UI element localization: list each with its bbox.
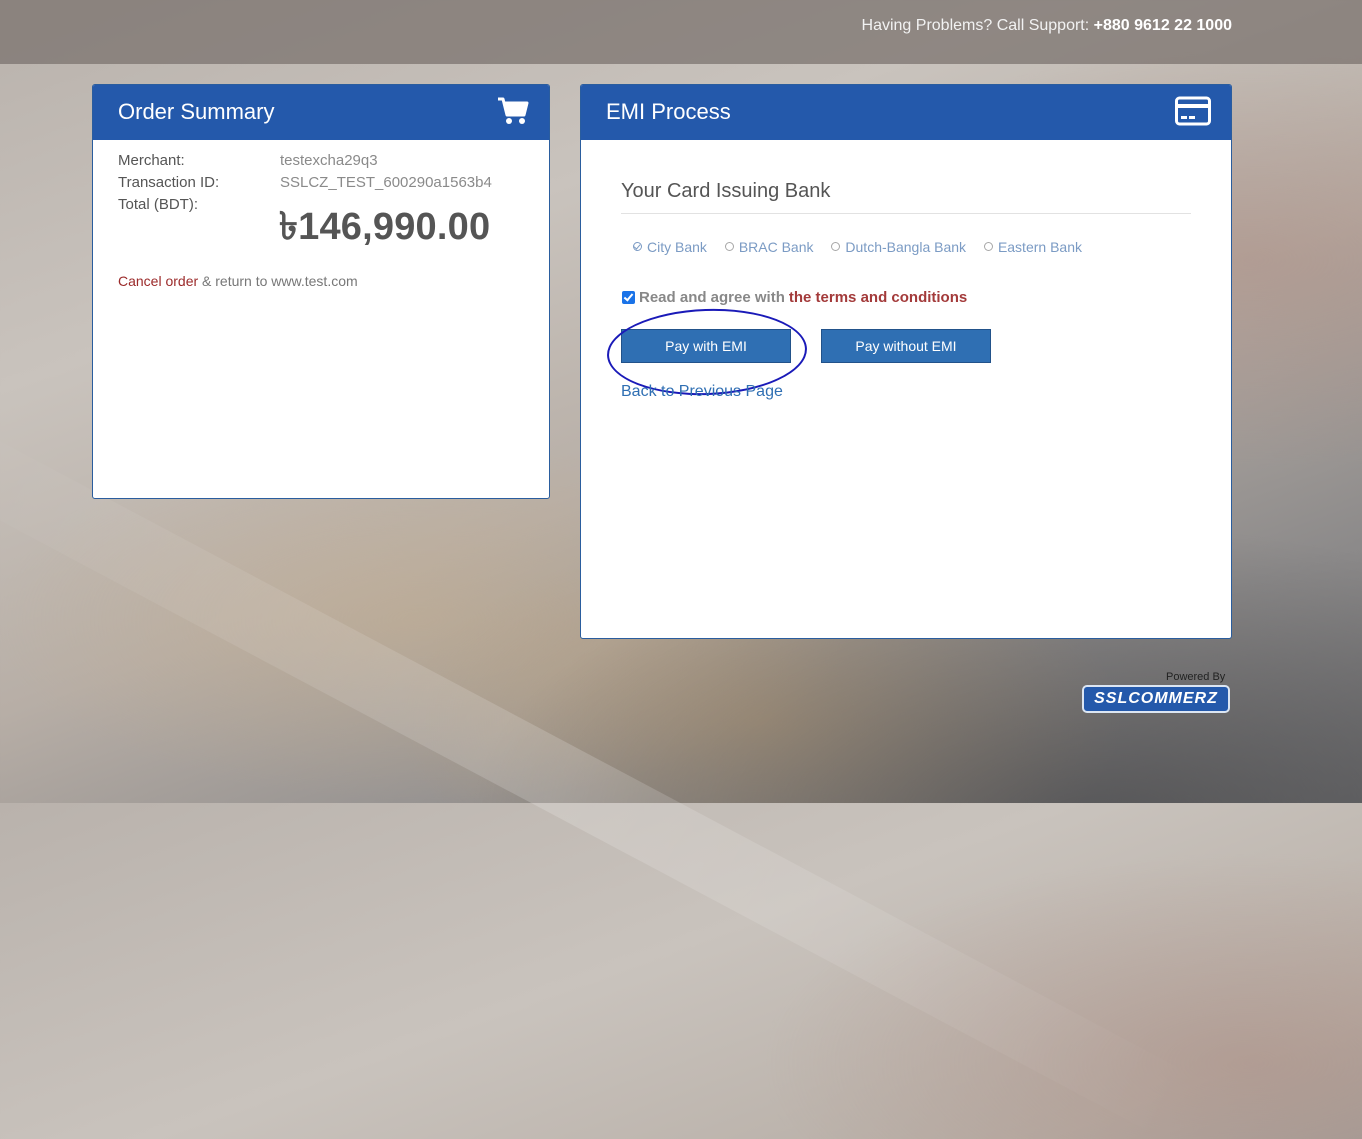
- emi-process-title: EMI Process: [606, 99, 731, 124]
- order-summary-header: Order Summary: [93, 85, 549, 140]
- bank-option-brac-bank[interactable]: BRAC Bank: [724, 238, 814, 255]
- agree-checkbox[interactable]: [622, 291, 635, 304]
- transaction-id-value: SSLCZ_TEST_600290a1563b4: [280, 174, 492, 191]
- bank-option-label: Eastern Bank: [997, 238, 1082, 255]
- powered-by-text: Powered By: [1166, 671, 1226, 683]
- order-summary-panel: Order Summary Merchant: testexcha29q3 Tr…: [92, 84, 550, 499]
- pay-without-emi-button[interactable]: Pay without EMI: [821, 329, 991, 363]
- merchant-value: testexcha29q3: [280, 152, 378, 169]
- back-to-previous-page-link[interactable]: Back to Previous Page: [621, 383, 783, 401]
- pay-with-emi-button[interactable]: Pay with EMI: [621, 329, 791, 363]
- bank-option-eastern-bank[interactable]: Eastern Bank: [983, 238, 1082, 255]
- radio-icon[interactable]: [831, 242, 841, 251]
- emi-process-header: EMI Process: [581, 85, 1231, 140]
- support-info: Having Problems? Call Support: +880 9612…: [862, 17, 1232, 35]
- cancel-return-text: & return to www.test.com: [198, 273, 358, 289]
- top-bar: Having Problems? Call Support: +880 9612…: [0, 0, 1362, 64]
- radio-checked-icon[interactable]: [633, 242, 642, 251]
- order-summary-title: Order Summary: [118, 99, 275, 124]
- terms-link[interactable]: the terms and conditions: [789, 289, 967, 306]
- emi-process-panel: EMI Process Your Card Issuing Bank City …: [580, 84, 1232, 639]
- total-amount: ৳146,990.00: [279, 206, 491, 248]
- bank-options: City Bank BRAC Bank Dutch-Bangla Bank Ea…: [633, 238, 1096, 255]
- cart-icon: [497, 96, 529, 131]
- terms-agreement: Read and agree with the terms and condit…: [622, 289, 967, 306]
- bank-option-dutch-bangla-bank[interactable]: Dutch-Bangla Bank: [831, 239, 966, 255]
- cancel-line: Cancel order & return to www.test.com: [118, 273, 358, 289]
- radio-icon[interactable]: [724, 242, 734, 251]
- bank-option-label: BRAC Bank: [738, 238, 814, 255]
- agree-text: Read and agree with: [639, 289, 785, 306]
- transaction-id-label: Transaction ID:: [118, 174, 220, 191]
- bank-option-label: City Bank: [647, 238, 707, 255]
- card-issuing-bank-heading: Your Card Issuing Bank: [621, 180, 1191, 214]
- radio-icon[interactable]: [983, 242, 993, 251]
- support-text: Having Problems? Call Support:: [861, 17, 1090, 34]
- merchant-label: Merchant:: [118, 152, 185, 169]
- bank-option-label: Dutch-Bangla Bank: [845, 238, 967, 255]
- cancel-order-link[interactable]: Cancel order: [118, 273, 198, 289]
- total-label: Total (BDT):: [118, 196, 199, 213]
- bank-option-city-bank[interactable]: City Bank: [633, 239, 707, 255]
- credit-card-icon: [1175, 96, 1211, 131]
- sslcommerz-logo: SSLCOMMERZ: [1082, 685, 1230, 713]
- support-phone[interactable]: +880 9612 22 1000: [1094, 17, 1232, 34]
